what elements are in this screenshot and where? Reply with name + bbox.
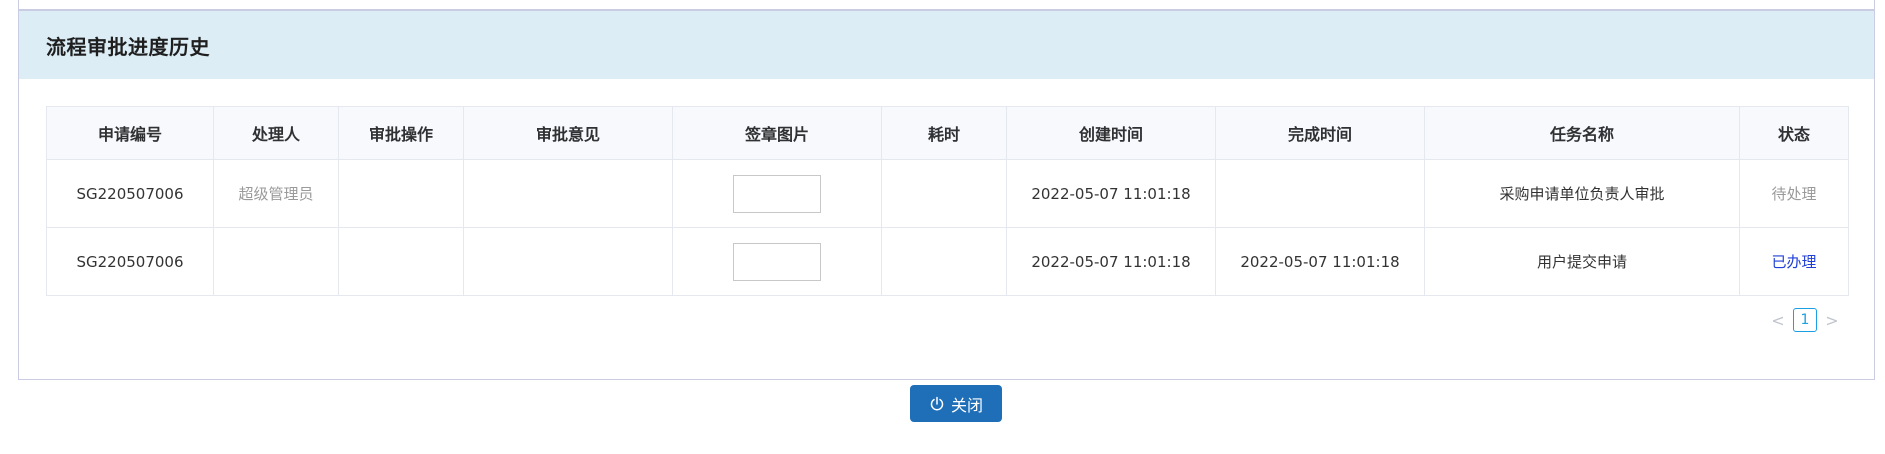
cell-handler: 超级管理员 [213,159,339,228]
cell-operation [338,159,464,228]
signature-image-placeholder[interactable] [733,174,821,213]
cell-opinion [463,159,673,228]
status-badge: 待处理 [1739,159,1849,228]
power-icon [930,396,944,410]
cell-app-no: SG220507006 [46,159,214,228]
column-header-signature: 签章图片 [672,106,882,160]
panel-header: 流程审批进度历史 [19,11,1874,79]
previous-panel-border [18,0,1875,10]
status-badge: 已办理 [1739,227,1849,296]
cell-task-name: 用户提交申请 [1424,227,1740,296]
cell-app-no: SG220507006 [46,227,214,296]
cell-opinion [463,227,673,296]
column-header-handler: 处理人 [213,106,339,160]
table-header-row: 申请编号 处理人 审批操作 审批意见 签章图片 耗时 创建时间 完成时间 任务名… [46,106,1849,160]
cell-completed-time [1215,159,1425,228]
cell-signature [672,227,882,296]
column-header-app-no: 申请编号 [46,106,214,160]
cell-created-time: 2022-05-07 11:01:18 [1006,159,1216,228]
column-header-duration: 耗时 [881,106,1007,160]
cell-created-time: 2022-05-07 11:01:18 [1006,227,1216,296]
column-header-opinion: 审批意见 [463,106,673,160]
page-number-button[interactable]: 1 [1793,308,1817,332]
cell-handler [213,227,339,296]
panel-title: 流程审批进度历史 [46,34,210,59]
column-header-status: 状态 [1739,106,1849,160]
approval-history-table-container: 申请编号 处理人 审批操作 审批意见 签章图片 耗时 创建时间 完成时间 任务名… [46,106,1849,296]
table-row: SG220507006 超级管理员 2022-05-07 11:01:18 采购… [46,159,1849,228]
cell-operation [338,227,464,296]
approval-history-panel: 流程审批进度历史 申请编号 处理人 审批操作 审批意见 签章图片 耗时 创建时间… [18,10,1875,380]
prev-page-button[interactable]: < [1771,311,1785,330]
cell-duration [881,159,1007,228]
column-header-task-name: 任务名称 [1424,106,1740,160]
cell-completed-time: 2022-05-07 11:01:18 [1215,227,1425,296]
approval-history-table: 申请编号 处理人 审批操作 审批意见 签章图片 耗时 创建时间 完成时间 任务名… [46,106,1849,296]
column-header-operation: 审批操作 [338,106,464,160]
column-header-created-time: 创建时间 [1006,106,1216,160]
close-button-label: 关闭 [950,395,983,415]
cell-signature [672,159,882,228]
pagination: < 1 > [1771,308,1839,332]
table-row: SG220507006 2022-05-07 11:01:18 2022-05-… [46,227,1849,296]
cell-task-name: 采购申请单位负责人审批 [1424,159,1740,228]
cell-duration [881,227,1007,296]
signature-image-placeholder[interactable] [733,242,821,281]
close-button[interactable]: 关闭 [910,385,1002,422]
column-header-completed-time: 完成时间 [1215,106,1425,160]
next-page-button[interactable]: > [1825,311,1839,330]
